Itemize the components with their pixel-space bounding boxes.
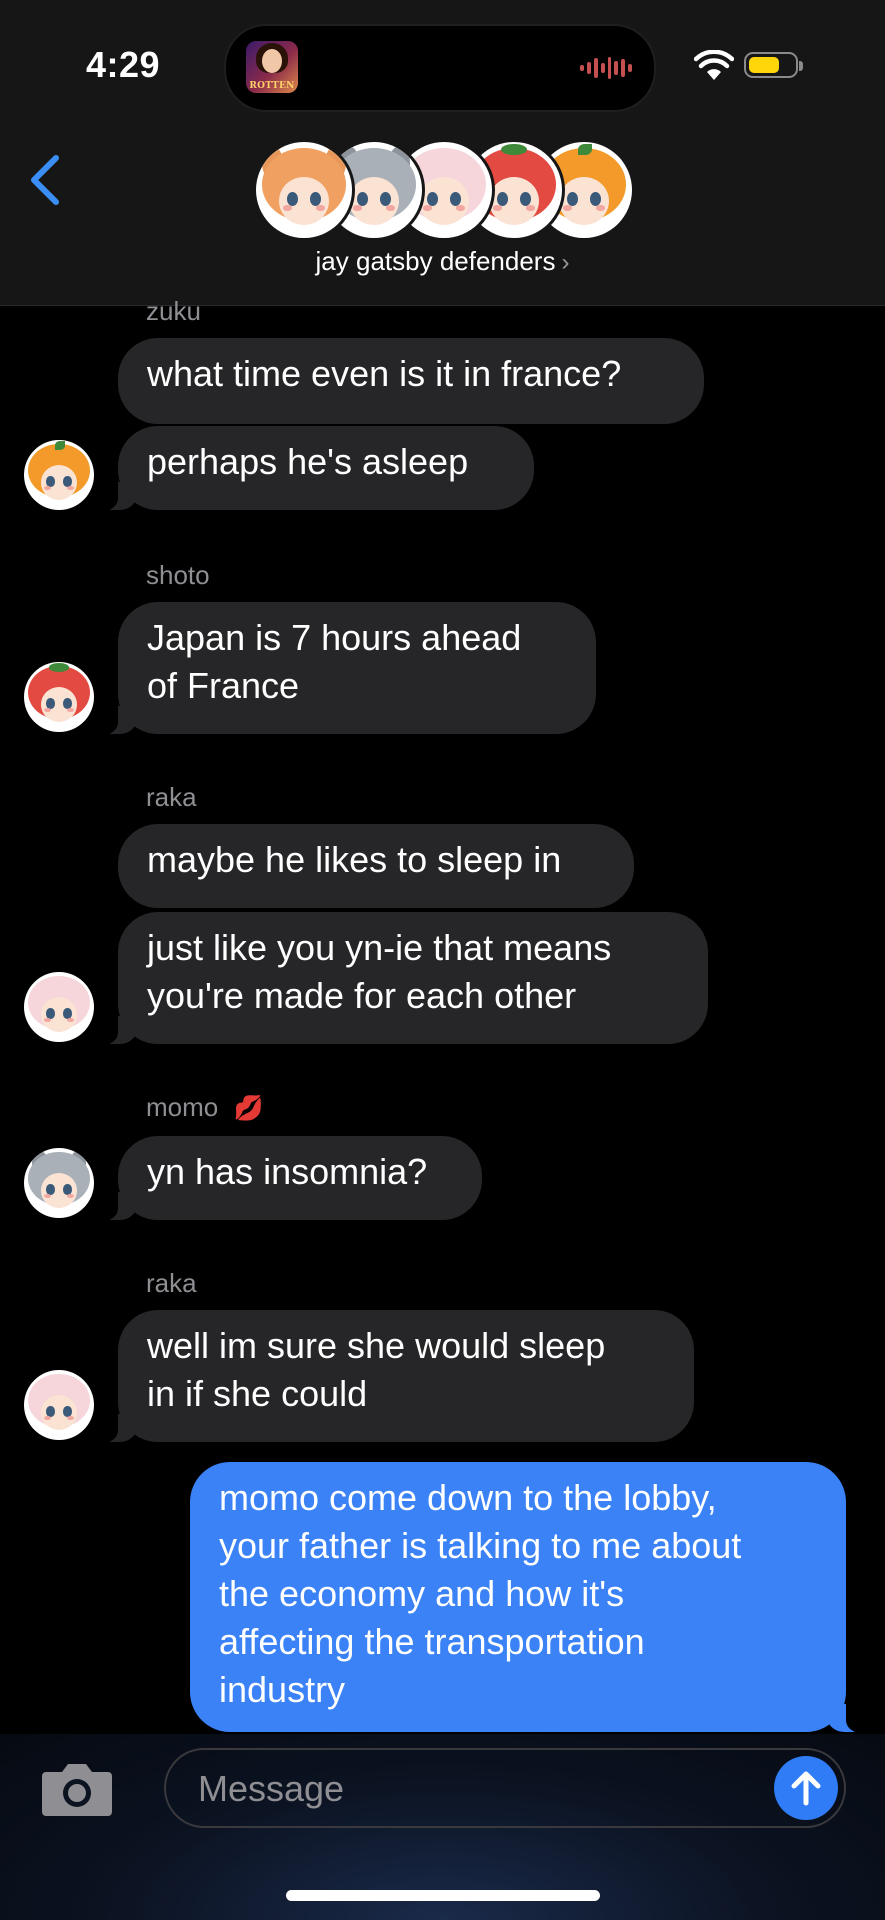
- avatar-bunny[interactable]: [24, 1370, 94, 1440]
- status-time: 4:29: [86, 44, 161, 85]
- sent-message-bubble[interactable]: momo come down to the lobby, your father…: [190, 1462, 866, 1732]
- message-bubble[interactable]: what time even is it in france?: [118, 338, 704, 424]
- back-chevron-icon[interactable]: [26, 152, 66, 208]
- audio-waveform-icon: [580, 56, 632, 80]
- sender-name: shoto: [146, 560, 210, 590]
- group-name-label: jay gatsby defenders: [315, 246, 556, 276]
- home-indicator[interactable]: [286, 1890, 600, 1901]
- sender-name: raka: [146, 1268, 197, 1298]
- sender-name: zuku: [146, 296, 201, 326]
- camera-icon[interactable]: [40, 1758, 114, 1818]
- dynamic-island[interactable]: ROTTEN: [224, 24, 656, 112]
- message-input[interactable]: Message: [164, 1748, 846, 1828]
- battery-icon: [744, 52, 803, 78]
- group-name[interactable]: jay gatsby defenders ›: [0, 246, 885, 277]
- chevron-right-icon: ›: [561, 249, 570, 276]
- wifi-icon: [694, 50, 734, 80]
- avatar-orange[interactable]: [24, 440, 94, 510]
- message-bubble[interactable]: perhaps he's asleep: [98, 426, 534, 510]
- send-arrow-icon: [791, 1771, 821, 1806]
- message-bubble[interactable]: Japan is 7 hours ahead of France: [98, 602, 596, 734]
- message-placeholder: Message: [198, 1768, 345, 1809]
- now-playing-artwork: ROTTEN: [246, 41, 298, 93]
- sender-name-label: momo: [146, 1092, 219, 1122]
- now-playing-art-text: ROTTEN: [249, 81, 295, 91]
- message-bubble[interactable]: well im sure she would sleep in if she c…: [98, 1310, 694, 1442]
- avatar-deer: [256, 142, 352, 238]
- avatar-strawberry[interactable]: [24, 662, 94, 732]
- kiss-emoji-icon: 💋: [233, 1095, 264, 1122]
- sender-name: momo 💋: [146, 1092, 263, 1123]
- sender-name: raka: [146, 782, 197, 812]
- avatar-bunny[interactable]: [24, 972, 94, 1042]
- messages-screen: 4:29 ROTTEN jay gatsby defenders › zuku …: [0, 0, 885, 1920]
- message-bubble[interactable]: just like you yn-ie that means you're ma…: [98, 912, 708, 1044]
- avatar-cat[interactable]: [24, 1148, 94, 1218]
- message-bubble[interactable]: yn has insomnia?: [98, 1136, 482, 1220]
- send-button[interactable]: [774, 1756, 838, 1820]
- group-avatars[interactable]: [256, 142, 632, 238]
- message-bubble[interactable]: maybe he likes to sleep in: [118, 824, 634, 908]
